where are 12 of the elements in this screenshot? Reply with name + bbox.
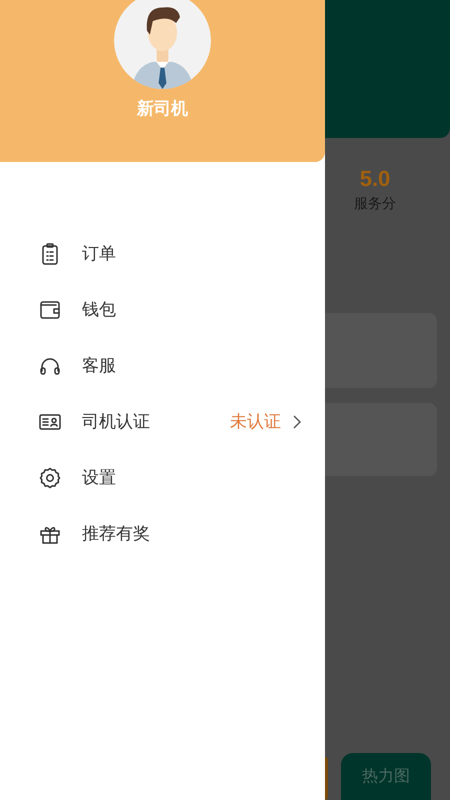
settings-icon: [38, 466, 62, 490]
menu-item[interactable]: 钱包: [0, 282, 325, 338]
menu-item[interactable]: 司机认证 未认证: [0, 394, 325, 450]
chevron-icon: [293, 415, 301, 429]
menu-item[interactable]: 订单: [0, 226, 325, 282]
menu-item[interactable]: 客服: [0, 338, 325, 394]
score-value: 5.0: [360, 166, 390, 192]
user-name: 新司机: [137, 98, 188, 120]
verification-status: 未认证: [230, 411, 281, 434]
menu-item[interactable]: 推荐有奖: [0, 506, 325, 562]
action-button[interactable]: [325, 757, 328, 800]
menu-item[interactable]: 设置: [0, 450, 325, 506]
